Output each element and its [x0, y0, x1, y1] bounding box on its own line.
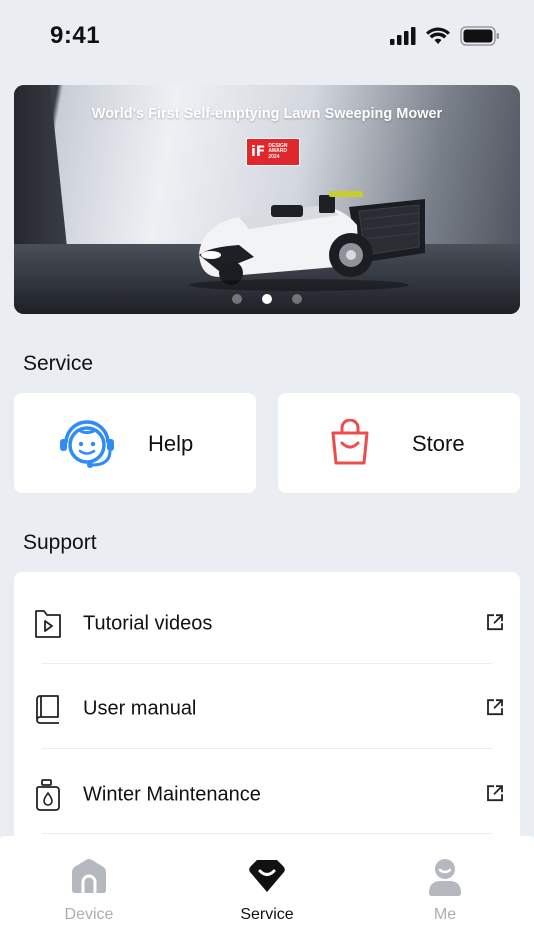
support-section-title: Support: [23, 531, 97, 554]
carousel-dot-active[interactable]: [262, 294, 272, 304]
service-section-title: Service: [23, 352, 94, 375]
signal-icon: [390, 27, 416, 45]
tab-label: Me: [433, 906, 457, 923]
divider: [42, 748, 492, 749]
store-label: Store: [412, 431, 465, 456]
wifi-icon: [426, 27, 450, 44]
tab-label: Device: [64, 906, 114, 923]
promo-banner[interactable]: World's First Self-emptying Lawn Sweepin…: [14, 85, 520, 314]
tab-me[interactable]: Me: [356, 836, 534, 936]
award-text: DESIGN AWARD 2024: [268, 142, 288, 160]
bottom-tab-bar: Device Service Me: [0, 836, 534, 950]
carousel-dots: [14, 294, 520, 304]
battery-icon: [460, 26, 499, 46]
carousel-dot[interactable]: [232, 294, 242, 304]
support-list: Tutorial videos User manual Winter Maint…: [14, 572, 520, 872]
video-file-icon: [35, 609, 61, 638]
divider: [42, 663, 492, 664]
help-card[interactable]: Help: [14, 393, 256, 493]
external-link-icon: [487, 613, 503, 630]
shopping-bag-icon: [331, 419, 369, 465]
canister-icon: [36, 778, 60, 811]
mower-image: [189, 191, 425, 291]
support-item-user-manual[interactable]: User manual: [14, 666, 520, 751]
support-item-label: User manual: [83, 697, 197, 719]
external-link-icon: [487, 784, 503, 801]
help-label: Help: [148, 431, 194, 456]
status-icons: [390, 26, 500, 46]
tab-service[interactable]: Service: [178, 836, 356, 936]
status-bar: 9:41: [0, 0, 534, 74]
banner-headline: World's First Self-emptying Lawn Sweepin…: [91, 106, 443, 122]
divider: [42, 833, 492, 834]
if-design-award-badge: iF DESIGN AWARD 2024: [246, 138, 300, 166]
home-icon: [72, 859, 106, 893]
support-item-tutorial-videos[interactable]: Tutorial videos: [14, 581, 520, 666]
book-icon: [36, 694, 59, 724]
heart-badge-icon: [249, 860, 285, 892]
store-card[interactable]: Store: [278, 393, 520, 493]
person-icon: [429, 859, 461, 896]
award-logo: iF: [251, 144, 266, 160]
support-item-winter-maintenance[interactable]: Winter Maintenance: [14, 752, 520, 837]
external-link-icon: [487, 698, 503, 715]
tab-device[interactable]: Device: [0, 836, 178, 936]
support-item-label: Winter Maintenance: [83, 783, 261, 805]
status-time: 9:41: [50, 22, 101, 49]
support-agent-icon: [60, 420, 114, 468]
support-item-label: Tutorial videos: [83, 612, 213, 634]
tab-label: Service: [240, 906, 294, 923]
carousel-dot[interactable]: [292, 294, 302, 304]
